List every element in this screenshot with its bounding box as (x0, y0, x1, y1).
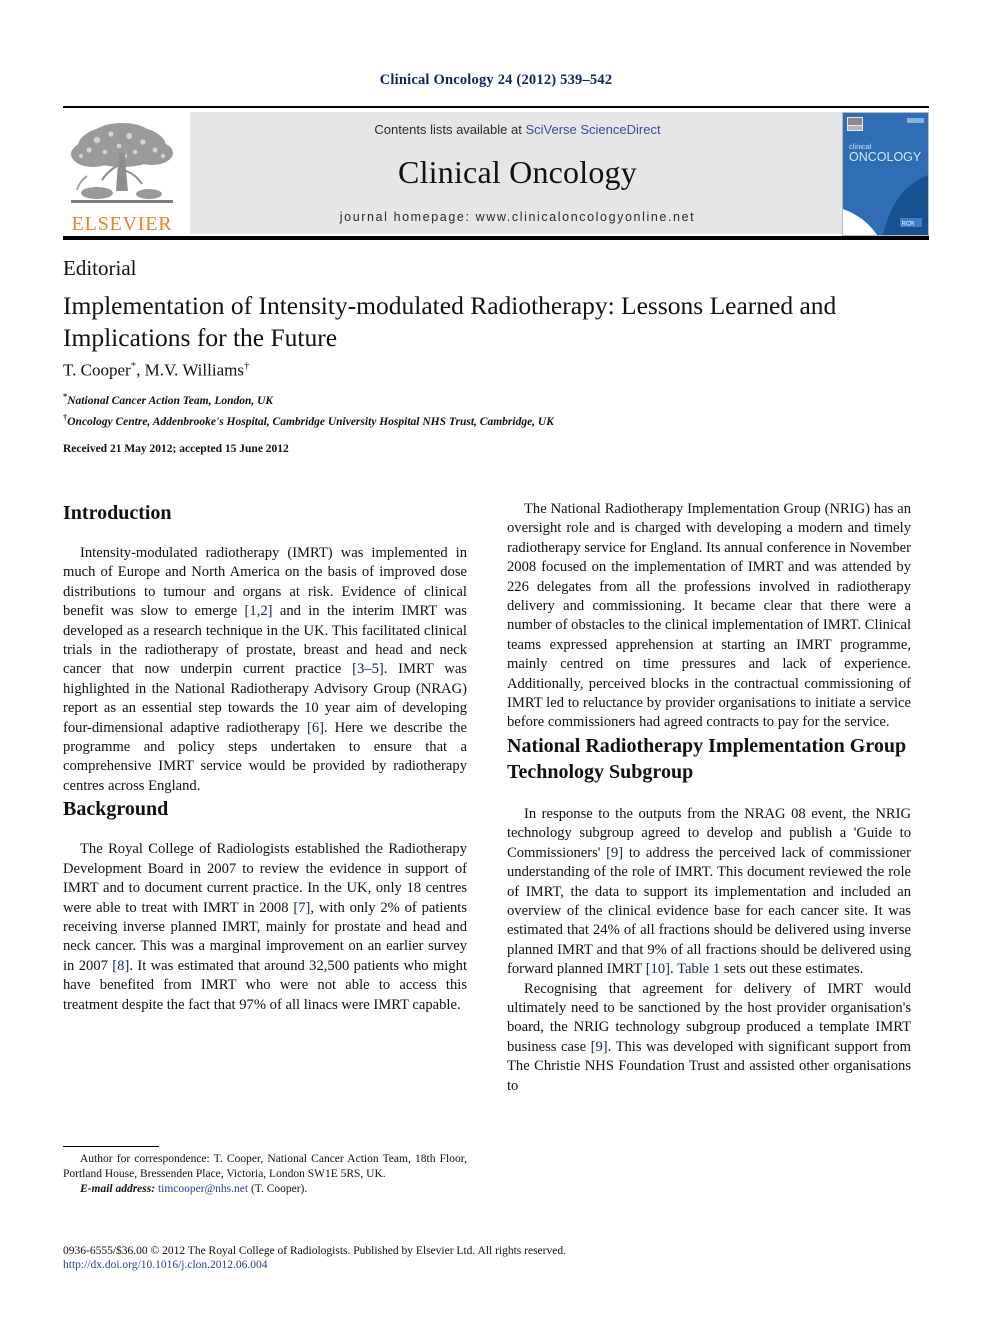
citation-ref-9a[interactable]: [9] (606, 845, 623, 861)
section-heading-nrig-technology-subgroup: National Radiotherapy Implementation Gro… (507, 734, 907, 783)
elsevier-wordmark: ELSEVIER (71, 213, 173, 235)
elsevier-logo: ELSEVIER (63, 112, 181, 234)
paragraph-business-case: Recognising that agreement for delivery … (507, 980, 911, 1096)
author-name-2: M.V. Williams (144, 360, 244, 380)
paragraph-background: The Royal College of Radiologists establ… (63, 840, 467, 1015)
masthead-grey-panel: Contents lists available at SciVerse Sci… (190, 112, 845, 234)
paragraph-guide-to-commissioners: In response to the outputs from the NRAG… (507, 805, 911, 980)
section-heading-background: Background (63, 798, 169, 821)
elsevier-tree-icon (71, 123, 173, 203)
author-mark-2[interactable]: † (244, 360, 250, 372)
document-page: Clinical Oncology 24 (2012) 539–542 ELSE… (0, 0, 992, 1323)
contents-prefix: Contents lists available at (374, 122, 526, 137)
article-history: Received 21 May 2012; accepted 15 June 2… (63, 443, 289, 455)
journal-masthead: ELSEVIER Contents lists available at Sci… (63, 106, 929, 240)
column-left: Introduction Intensity-modulated radioth… (63, 500, 467, 1015)
paragraph-nrig-overview: The National Radiotherapy Implementation… (507, 501, 911, 731)
email-note: E-mail address: timcooper@nhs.net (T. Co… (63, 1182, 467, 1197)
citation-ref-10[interactable]: [10] (646, 961, 670, 977)
section-heading-introduction: Introduction (63, 502, 172, 524)
masthead-bottom-rule (63, 236, 929, 240)
affiliation-2-text: Oncology Centre, Addenbrooke's Hospital,… (67, 415, 554, 428)
correspondence-note: Author for correspondence: T. Cooper, Na… (63, 1153, 467, 1180)
doi-link[interactable]: http://dx.doi.org/10.1016/j.clon.2012.06… (63, 1259, 268, 1271)
journal-title: Clinical Oncology (398, 154, 637, 190)
column-right: The National Radiotherapy Implementation… (507, 500, 911, 1096)
footnote-block: Author for correspondence: T. Cooper, Na… (63, 1152, 467, 1197)
guide-text-c: . (670, 961, 678, 978)
author-list: T. Cooper*, M.V. Williams† (63, 360, 250, 380)
paragraph-introduction: Intensity-modulated radiotherapy (IMRT) … (63, 544, 467, 796)
journal-cover-thumbnail[interactable]: clinical ONCOLOGY RCR (842, 112, 929, 236)
citation-ref-7[interactable]: [7] (293, 900, 310, 916)
citation-ref-3[interactable]: [6] (307, 720, 324, 736)
citation-ref-1[interactable]: [1,2] (245, 603, 273, 619)
author-name-1: T. Cooper (63, 360, 131, 380)
contents-line: Contents lists available at SciVerse Sci… (374, 122, 660, 137)
citation-ref-2[interactable]: [3–5] (352, 661, 384, 677)
journal-cover-art: clinical ONCOLOGY RCR (843, 113, 928, 235)
article-title: Implementation of Intensity-modulated Ra… (63, 291, 837, 352)
affiliation-1-text: National Cancer Action Team, London, UK (67, 394, 274, 407)
article-type: Editorial (63, 256, 137, 280)
email-link[interactable]: timcooper@nhs.net (158, 1183, 248, 1195)
guide-text-b: to address the perceived lack of commiss… (507, 844, 911, 978)
svg-text:RCR: RCR (902, 222, 916, 228)
author-mark-1[interactable]: * (131, 360, 137, 372)
sciencedirect-link[interactable]: SciVerse ScienceDirect (525, 122, 660, 137)
citation-ref-9b[interactable]: [9] (591, 1039, 608, 1055)
svg-text:ONCOLOGY: ONCOLOGY (849, 150, 922, 164)
citation-ref-8[interactable]: [8] (112, 958, 129, 974)
email-suffix: (T. Cooper). (248, 1183, 308, 1195)
affiliation-2: †Oncology Centre, Addenbrooke's Hospital… (63, 409, 893, 430)
guide-text-d: sets out these estimates. (720, 961, 864, 978)
email-label: E-mail address: (80, 1183, 156, 1195)
journal-homepage-link[interactable]: journal homepage: www.clinicaloncologyon… (340, 210, 695, 224)
affiliations: *National Cancer Action Team, London, UK… (63, 388, 893, 430)
masthead-top-rule (63, 106, 929, 108)
footnote-separator-rule (63, 1146, 159, 1147)
table-1-link[interactable]: Table 1 (677, 961, 720, 977)
affiliation-1: *National Cancer Action Team, London, UK (63, 388, 893, 409)
copyright-line: 0936-6555/$36.00 © 2012 The Royal Colleg… (63, 1245, 566, 1257)
running-head: Clinical Oncology 24 (2012) 539–542 (379, 72, 613, 88)
